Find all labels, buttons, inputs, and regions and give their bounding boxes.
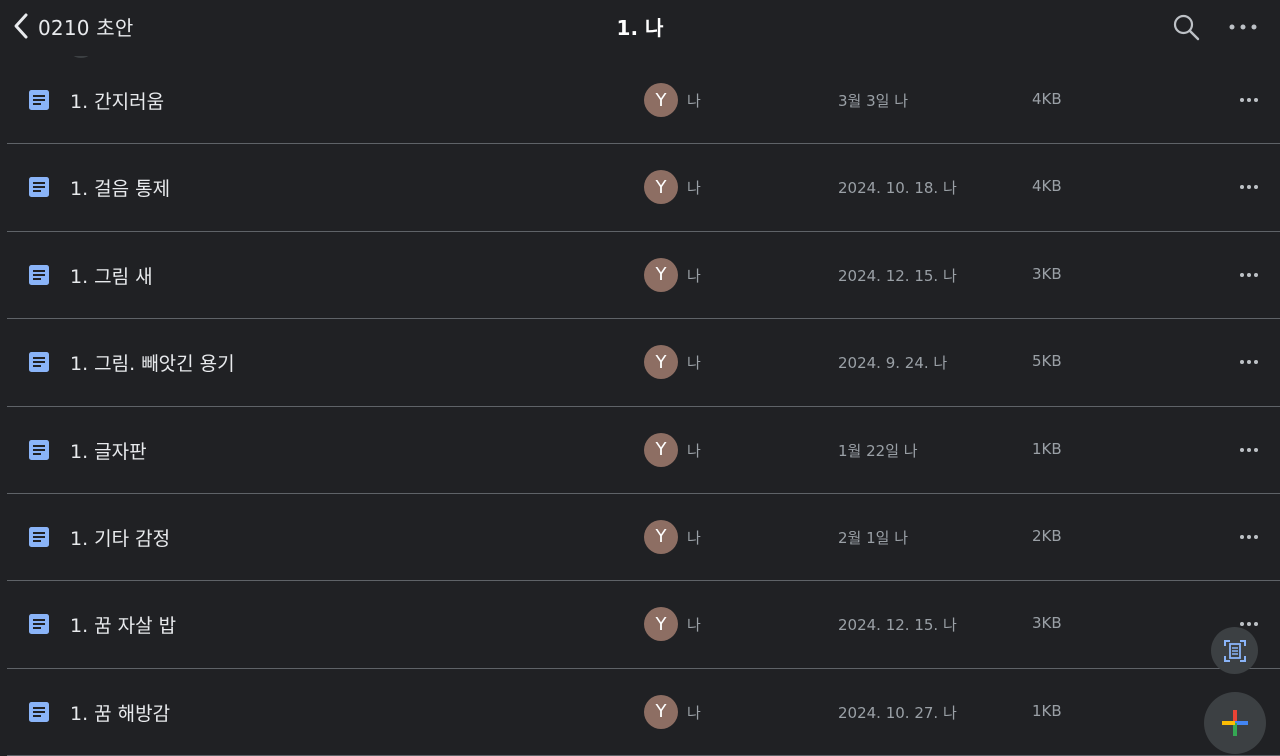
more-horizontal-icon xyxy=(1240,622,1258,627)
avatar: Y xyxy=(644,345,678,380)
file-row[interactable]: 1. 기타 감정 Y 나 2월 1일 나 2KB xyxy=(7,494,1280,582)
file-modified: 1월 22일 나 xyxy=(838,441,918,460)
top-app-bar: 0210 초안 1. 나 xyxy=(0,0,1280,56)
avatar: Y xyxy=(644,607,678,642)
search-icon xyxy=(1173,14,1200,41)
more-horizontal-icon xyxy=(1229,24,1257,30)
file-more-button[interactable] xyxy=(1235,176,1263,198)
more-options-button[interactable] xyxy=(1228,12,1258,42)
file-row[interactable]: 1. 그림 새 Y 나 2024. 12. 15. 나 3KB xyxy=(7,232,1280,320)
page-title: 1. 나 xyxy=(616,16,664,40)
more-horizontal-icon xyxy=(1240,272,1258,277)
file-owner: 나 xyxy=(687,528,701,547)
file-more-button[interactable] xyxy=(1235,351,1263,373)
file-row[interactable]: 1. 꿈 해방감 Y 나 2024. 10. 27. 나 1KB xyxy=(7,669,1280,756)
google-docs-icon xyxy=(29,701,49,722)
file-name: 1. 글자판 xyxy=(70,440,147,463)
file-row[interactable]: 1. 그림. 빼앗긴 용기 Y 나 2024. 9. 24. 나 5KB xyxy=(7,319,1280,407)
file-size: 4KB xyxy=(1032,90,1062,108)
file-modified: 2월 1일 나 xyxy=(838,528,909,547)
file-name: 1. 그림 새 xyxy=(70,265,153,288)
more-horizontal-icon xyxy=(1240,98,1258,102)
more-horizontal-icon xyxy=(1240,447,1258,452)
file-modified: 2024. 12. 15. 나 xyxy=(838,266,957,285)
google-docs-icon xyxy=(29,264,49,285)
new-file-button[interactable] xyxy=(1204,692,1266,754)
file-name: 1. 그림. 빼앗긴 용기 xyxy=(70,353,235,376)
file-owner: 나 xyxy=(687,354,701,373)
file-modified: 2024. 9. 24. 나 xyxy=(838,354,948,373)
plus-icon xyxy=(1222,710,1248,736)
file-modified: 3월 3일 나 xyxy=(838,92,909,110)
file-size: 2KB xyxy=(1032,526,1062,545)
file-size: 3KB xyxy=(1032,264,1062,283)
file-size: 1KB xyxy=(1032,701,1062,720)
file-name: 1. 걸음 통제 xyxy=(70,178,171,201)
google-docs-icon xyxy=(29,177,49,198)
file-more-button[interactable] xyxy=(1235,89,1263,111)
avatar: Y xyxy=(644,694,678,729)
file-owner: 나 xyxy=(687,616,701,635)
file-owner: 나 xyxy=(687,266,701,285)
more-horizontal-icon xyxy=(1240,534,1258,539)
file-row[interactable]: 1. 글자판 Y 나 1월 22일 나 1KB xyxy=(7,407,1280,494)
more-horizontal-icon xyxy=(1240,185,1258,190)
scan-button[interactable] xyxy=(1211,627,1258,674)
google-docs-icon xyxy=(29,90,49,110)
avatar: Y xyxy=(644,83,678,117)
file-modified: 2024. 12. 15. 나 xyxy=(838,616,957,635)
file-modified: 2024. 10. 18. 나 xyxy=(838,179,957,198)
more-horizontal-icon xyxy=(1240,360,1258,365)
file-more-button[interactable] xyxy=(1235,526,1263,548)
avatar: Y xyxy=(644,519,678,554)
file-owner: 나 xyxy=(687,703,701,722)
search-button[interactable] xyxy=(1171,12,1201,42)
google-docs-icon xyxy=(29,439,49,460)
avatar: Y xyxy=(644,257,678,292)
file-row[interactable]: 1. 걸음 통제 Y 나 2024. 10. 18. 나 4KB xyxy=(7,144,1280,232)
scan-document-icon xyxy=(1223,639,1246,662)
file-name: 1. 꿈 자살 밥 xyxy=(70,615,177,638)
google-docs-icon xyxy=(29,614,49,635)
file-name: 1. 기타 감정 xyxy=(70,527,171,550)
file-name: 1. 간지러움 xyxy=(70,91,165,113)
file-owner: 나 xyxy=(687,441,701,460)
file-more-button[interactable] xyxy=(1235,264,1263,286)
file-name: 1. 꿈 해방감 xyxy=(70,702,171,725)
file-owner: 나 xyxy=(687,92,701,110)
file-size: 1KB xyxy=(1032,439,1062,458)
avatar: Y xyxy=(644,170,678,205)
file-more-button[interactable] xyxy=(1235,439,1263,461)
file-list: 1. 간지러움 Y 나 3월 3일 나 4KB 1. 걸음 통제 Y 나 202… xyxy=(0,57,1280,756)
file-row[interactable]: 1. 꿈 자살 밥 Y 나 2024. 12. 15. 나 3KB xyxy=(7,581,1280,669)
avatar: Y xyxy=(644,432,678,467)
file-owner: 나 xyxy=(687,179,701,198)
file-modified: 2024. 10. 27. 나 xyxy=(838,703,957,722)
google-docs-icon xyxy=(29,352,49,373)
file-size: 4KB xyxy=(1032,177,1062,196)
file-size: 3KB xyxy=(1032,614,1062,633)
file-size: 5KB xyxy=(1032,352,1062,371)
google-docs-icon xyxy=(29,526,49,547)
file-row[interactable]: 1. 간지러움 Y 나 3월 3일 나 4KB xyxy=(7,57,1280,145)
